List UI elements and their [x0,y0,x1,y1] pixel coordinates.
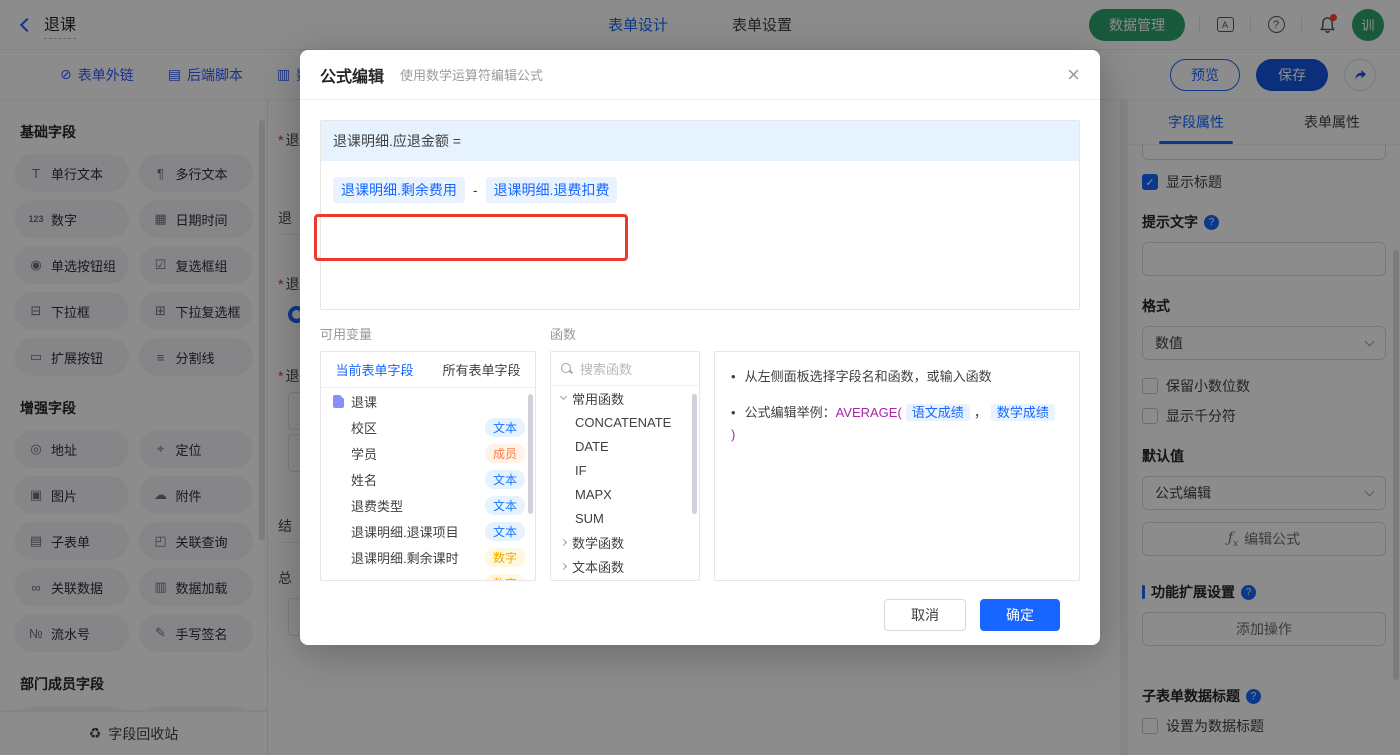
variables-panel: 当前表单字段 所有表单字段 退课 校区 文本 学员 成员 姓名 文本 退费类型 文本 退课明细.… [320,351,536,581]
tab-all-form-fields[interactable]: 所有表单字段 [428,352,535,387]
modal-title: 公式编辑 [320,68,385,86]
modal-subtitle: 使用数学运算符编辑公式 [400,68,544,83]
function-item-IF[interactable]: IF [551,458,699,482]
formula-editor-modal: 公式编辑 使用数学运算符编辑公式 × 退课明细.应退金额 = 退课明细.剩余费用… [300,50,1100,645]
cancel-button[interactable]: 取消 [884,599,966,631]
function-item-CONCATENATE[interactable]: CONCATENATE [551,410,699,434]
functions-label: 函数 [550,327,577,342]
example-function-name: AVERAGE( [835,405,902,421]
panel-labels: 可用变量 函数 [320,324,1080,343]
function-group-label: 常用函数 [572,391,625,407]
field-type-badge: 成员 [484,443,525,463]
field-type-badge: 文本 [484,469,525,489]
hints-panel: • 从左侧面板选择字段名和函数，或输入函数 • 公式编辑举例： AVERAGE(语文成… [714,351,1080,581]
variable-field-name: 姓名 [351,472,378,488]
variable-field-name: 退费类型 [351,498,404,514]
formula-operator: - [472,182,478,198]
field-type-badge: 文本 [484,495,525,515]
function-item-MAPX[interactable]: MAPX [551,482,699,506]
field-type-badge: 文本 [484,417,525,437]
modal-body: 退课明细.应退金额 = 退课明细.剩余费用 - 退课明细.退费扣费 可用变量 函数 … [300,100,1100,651]
variable-field-row[interactable]: 退费类型 文本 [321,492,535,518]
variable-field-row[interactable]: 校区 文本 [321,414,535,440]
function-group-常用函数[interactable]: 常用函数 [551,386,699,410]
close-icon[interactable]: × [1067,63,1080,86]
token-separator: ， [973,405,987,421]
hint-line-1: • 从左侧面板选择字段名和函数，或输入函数 [731,369,992,384]
variable-field-name: 退课明细.退课项目 [351,524,459,540]
functions-scrollbar[interactable] [692,394,697,514]
function-group-label: 数学函数 [572,535,625,551]
field-type-badge: 数字 [484,547,525,567]
field-type-badge: 文本 [484,521,525,541]
function-list: 常用函数 CONCATENATE DATE IF MAPX SUM 数学函数文本函数 [551,386,699,578]
variable-field-name: 退课明细.剩余课时 [351,550,459,566]
variable-field-list: 校区 文本 学员 成员 姓名 文本 退费类型 文本 退课明细.退课项目 文本 退课明细.剩余课时 数字… [321,414,535,580]
form-file-icon [333,394,344,408]
search-icon [561,362,573,375]
function-item-SUM[interactable]: SUM [551,506,699,530]
variable-field-row[interactable]: 姓名 文本 [321,466,535,492]
chevron-right-icon [559,538,568,546]
formula-token-left[interactable]: 退课明细.剩余费用 [333,177,465,203]
formula-target: 退课明细.应退金额 = [321,121,1079,161]
variable-field-row[interactable]: 数字 [321,570,535,580]
variable-field-row[interactable]: 退课明细.剩余课时 数字 [321,544,535,570]
functions-panel: 搜索函数 常用函数 CONCATENATE DATE IF MAPX SUM 数学函数文本函… [550,351,700,581]
variable-field-name: 学员 [351,446,378,462]
example-token: 数学成绩 [990,404,1055,422]
variables-scrollbar[interactable] [528,394,533,514]
field-type-badge: 数字 [484,573,525,580]
formula-token-right[interactable]: 退课明细.退费扣费 [485,177,618,203]
function-item-DATE[interactable]: DATE [551,434,699,458]
hint-line-2: • 公式编辑举例： AVERAGE(语文成绩，数学成绩) [731,402,1063,446]
formula-editor[interactable]: 退课明细.应退金额 = 退课明细.剩余费用 - 退课明细.退费扣费 [320,120,1080,310]
function-search[interactable]: 搜索函数 [551,352,699,386]
tab-current-form-fields[interactable]: 当前表单字段 [321,352,428,387]
variables-label: 可用变量 [320,327,373,342]
modal-footer: 取消 确定 [320,581,1080,631]
example-token: 语文成绩 [905,404,970,422]
variables-tabs: 当前表单字段 所有表单字段 [321,352,535,388]
variable-field-row[interactable]: 退课明细.退课项目 文本 [321,518,535,544]
function-group-数学函数[interactable]: 数学函数 [551,530,699,554]
modal-header: 公式编辑 使用数学运算符编辑公式 × [300,50,1100,100]
form-node[interactable]: 退课 [321,388,535,414]
formula-expression[interactable]: 退课明细.剩余费用 - 退课明细.退费扣费 [321,161,1079,219]
variable-field-row[interactable]: 学员 成员 [321,440,535,466]
function-group-文本函数[interactable]: 文本函数 [551,554,699,578]
function-group-label: 文本函数 [572,559,625,575]
chevron-right-icon [559,562,568,570]
variable-field-name: 校区 [351,420,378,436]
confirm-button[interactable]: 确定 [980,599,1060,631]
chevron-down-icon [559,392,568,401]
search-placeholder: 搜索函数 [580,362,633,377]
